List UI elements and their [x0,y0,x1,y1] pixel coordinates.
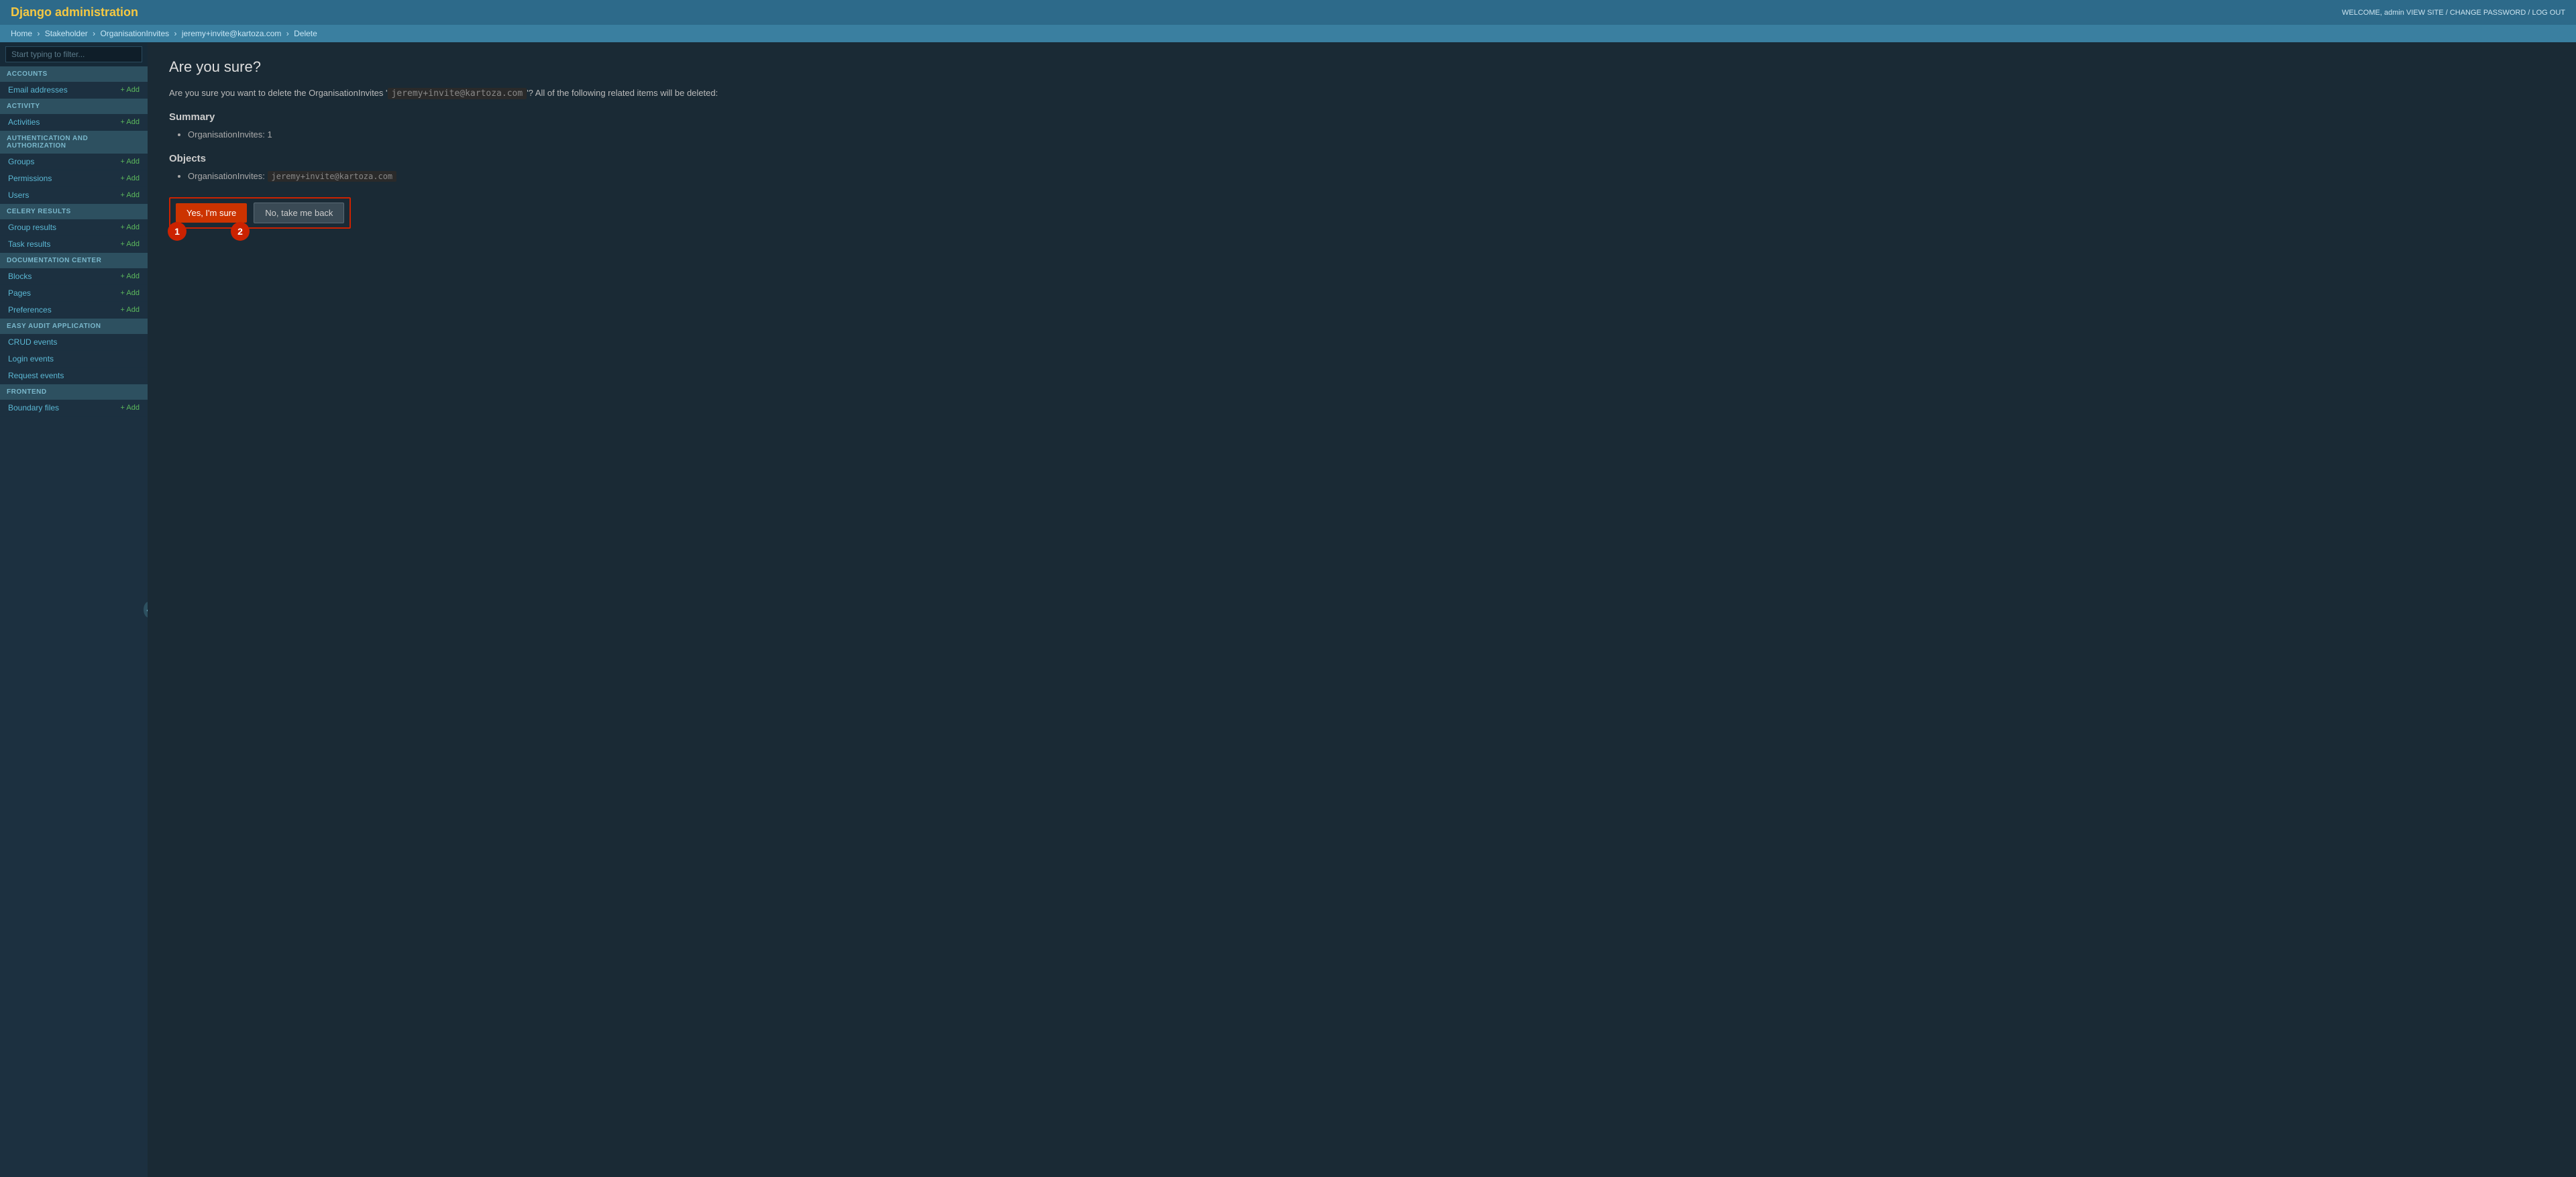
change-password-link[interactable]: CHANGE PASSWORD [2450,9,2526,17]
breadcrumb: Home › Stakeholder › OrganisationInvites… [0,25,2576,42]
sidebar-link-activities[interactable]: Activities [8,117,40,127]
summary-item: OrganisationInvites: 1 [188,129,2555,139]
sidebar-item-boundary-files: Boundary files + Add [0,400,148,416]
yes-confirm-button[interactable]: Yes, I'm sure [176,203,247,223]
main-layout: ACCOUNTS Email addresses + Add ACTIVITY … [0,42,2576,1177]
add-task-results-link[interactable]: + Add [121,240,140,248]
add-email-addresses-link[interactable]: + Add [121,86,140,94]
sidebar-link-groups[interactable]: Groups [8,157,34,166]
add-groups-link[interactable]: + Add [121,158,140,166]
sidebar-section-audit: EASY AUDIT APPLICATION [0,319,148,334]
top-header: Django administration WELCOME, admin VIE… [0,0,2576,25]
user-tools: WELCOME, admin VIEW SITE / CHANGE PASSWO… [2342,9,2565,17]
sidebar-item-task-results: Task results + Add [0,236,148,253]
sidebar-section-docs: DOCUMENTATION CENTER [0,253,148,268]
page-title: Are you sure? [169,58,2555,76]
add-group-results-link[interactable]: + Add [121,223,140,231]
sidebar-link-group-results[interactable]: Group results [8,223,56,232]
sidebar-section-frontend: FRONTEND [0,384,148,400]
summary-list: OrganisationInvites: 1 [188,129,2555,139]
sidebar-link-email-addresses[interactable]: Email addresses [8,85,68,95]
sidebar-link-login-events[interactable]: Login events [8,354,54,363]
breadcrumb-email[interactable]: jeremy+invite@kartoza.com [182,29,282,38]
sidebar-section-celery: CELERY RESULTS [0,204,148,219]
sidebar-item-request-events: Request events [0,368,148,384]
objects-heading: Objects [169,153,2555,164]
add-boundary-files-link[interactable]: + Add [121,404,140,412]
log-out-link[interactable]: LOG OUT [2532,9,2565,17]
sidebar-filter-area [0,42,148,66]
sidebar-link-permissions[interactable]: Permissions [8,174,52,183]
sidebar-link-users[interactable]: Users [8,190,29,200]
no-cancel-button[interactable]: No, take me back [254,203,344,223]
confirm-button-row: Yes, I'm sure No, take me back 1 2 [169,197,351,229]
sidebar-item-crud-events: CRUD events [0,334,148,351]
site-title: Django administration [11,5,138,19]
sidebar-item-blocks: Blocks + Add [0,268,148,285]
breadcrumb-organisation-invites[interactable]: OrganisationInvites [100,29,169,38]
username: admin [2384,9,2404,17]
summary-heading: Summary [169,111,2555,123]
annotation-circle-2: 2 [231,222,250,241]
sidebar-collapse-button[interactable]: « [144,602,148,618]
welcome-text: WELCOME, [2342,9,2382,17]
breadcrumb-home[interactable]: Home [11,29,32,38]
sidebar-link-boundary-files[interactable]: Boundary files [8,403,59,412]
add-users-link[interactable]: + Add [121,191,140,199]
sidebar-item-group-results: Group results + Add [0,219,148,236]
sidebar-item-groups: Groups + Add [0,154,148,170]
view-site-link[interactable]: VIEW SITE [2406,9,2444,17]
sidebar-link-blocks[interactable]: Blocks [8,272,32,281]
confirm-object-name: jeremy+invite@kartoza.com [388,88,527,99]
sidebar: ACCOUNTS Email addresses + Add ACTIVITY … [0,42,148,1177]
sidebar-item-pages: Pages + Add [0,285,148,302]
sidebar-section-activity: ACTIVITY [0,99,148,114]
add-pages-link[interactable]: + Add [121,289,140,297]
breadcrumb-delete: Delete [294,29,317,38]
sidebar-link-request-events[interactable]: Request events [8,371,64,380]
add-activities-link[interactable]: + Add [121,118,140,126]
breadcrumb-stakeholder[interactable]: Stakeholder [45,29,88,38]
confirm-text: Are you sure you want to delete the Orga… [169,87,2555,101]
objects-item: OrganisationInvites: jeremy+invite@karto… [188,171,2555,181]
sidebar-item-email-addresses: Email addresses + Add [0,82,148,99]
content-area: Are you sure? Are you sure you want to d… [148,42,2576,1177]
sidebar-item-preferences: Preferences + Add [0,302,148,319]
sidebar-section-accounts: ACCOUNTS [0,66,148,82]
sidebar-item-permissions: Permissions + Add [0,170,148,187]
sidebar-item-users: Users + Add [0,187,148,204]
sidebar-item-login-events: Login events [0,351,148,368]
sidebar-filter-input[interactable] [5,46,142,62]
sidebar-link-task-results[interactable]: Task results [8,239,50,249]
add-preferences-link[interactable]: + Add [121,306,140,314]
add-blocks-link[interactable]: + Add [121,272,140,280]
annotation-circle-1: 1 [168,222,186,241]
sidebar-link-pages[interactable]: Pages [8,288,31,298]
sidebar-section-auth: AUTHENTICATION AND AUTHORIZATION [0,131,148,154]
sidebar-link-crud-events[interactable]: CRUD events [8,337,57,347]
object-ref: jeremy+invite@kartoza.com [268,171,397,182]
sidebar-link-preferences[interactable]: Preferences [8,305,52,315]
objects-list: OrganisationInvites: jeremy+invite@karto… [188,171,2555,181]
sidebar-item-activities: Activities + Add [0,114,148,131]
add-permissions-link[interactable]: + Add [121,174,140,182]
